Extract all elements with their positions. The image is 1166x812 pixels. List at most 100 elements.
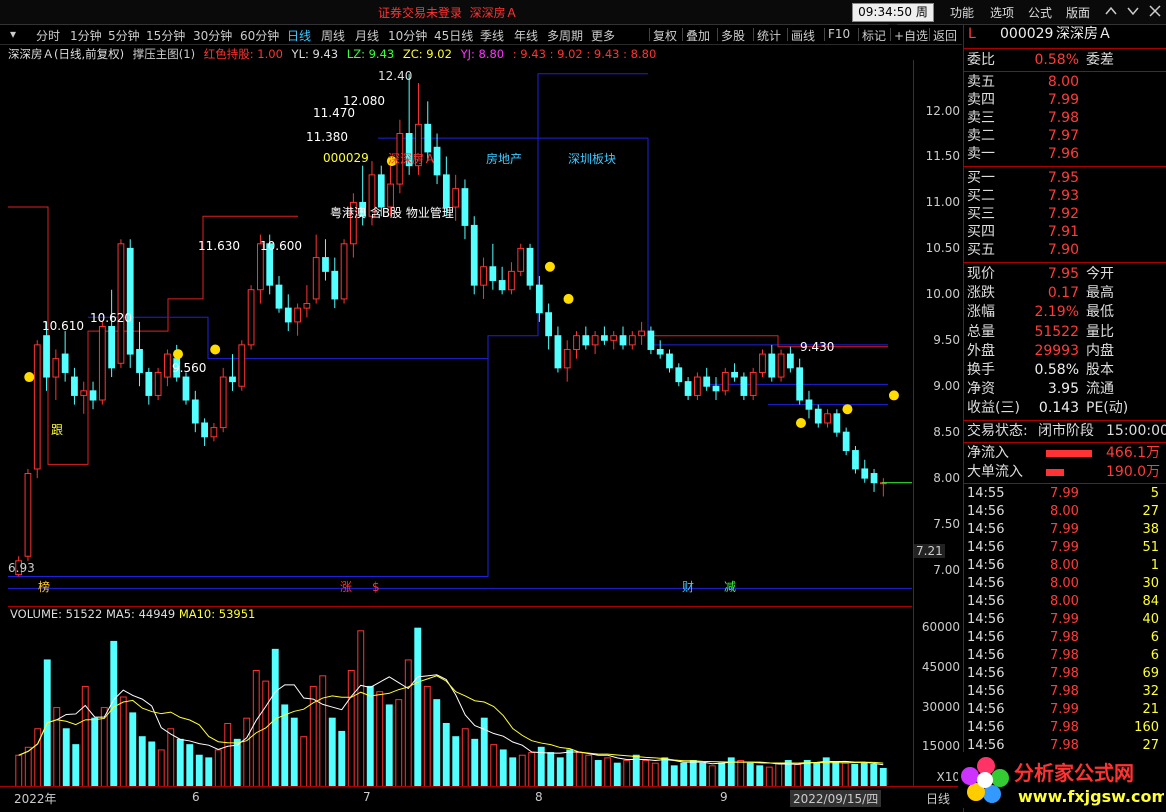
volume-bar[interactable] [585,754,593,788]
candle[interactable] [349,193,357,258]
volume-bar[interactable] [471,738,479,788]
period-14[interactable]: 更多 [591,27,615,44]
candle[interactable] [601,326,608,345]
candle[interactable] [526,243,534,290]
volume-bar[interactable] [81,685,89,788]
candle[interactable] [870,468,878,492]
volume-bar[interactable] [765,766,773,788]
candle[interactable] [247,285,255,350]
volume-bar[interactable] [661,757,669,788]
price-chart[interactable]: 12.40 12.080 11.470 11.380 000029 深深房Ａ 房地产 深圳板块… [8,60,912,593]
candle[interactable] [145,367,153,405]
menu-function[interactable]: 功能 [950,4,974,21]
candle[interactable] [219,367,227,433]
volume-bar[interactable] [262,680,270,788]
candle[interactable] [61,331,69,382]
volume-bar[interactable] [357,630,365,788]
volume-bar[interactable] [746,762,754,788]
candle[interactable] [563,340,571,382]
volume-bar[interactable] [376,691,384,788]
volume-bar[interactable] [15,754,23,788]
candle[interactable] [275,275,283,313]
candle[interactable] [656,340,664,359]
candle[interactable] [80,381,88,414]
candle[interactable] [675,363,683,387]
volume-panel[interactable] [8,606,912,788]
volume-bar[interactable] [290,717,298,788]
toolbar-3[interactable]: 统计 [757,27,781,44]
candle[interactable] [294,303,301,336]
volume-bar[interactable] [233,738,241,788]
candle[interactable] [461,179,469,240]
volume-bar[interactable] [24,746,32,788]
volume-bar[interactable] [224,722,232,788]
volume-bar[interactable] [509,757,517,788]
volume-bar[interactable] [300,736,308,788]
volume-bar[interactable] [737,760,745,788]
candle[interactable] [210,422,218,442]
volume-bar[interactable] [670,765,678,788]
candle[interactable] [312,234,320,304]
volume-bar[interactable] [62,728,70,788]
candle[interactable] [628,331,636,350]
candle[interactable] [684,377,692,401]
candle[interactable] [33,340,41,479]
volume-bar[interactable] [214,749,222,788]
volume-bar[interactable] [556,757,564,788]
candle[interactable] [749,367,757,401]
candle[interactable] [647,326,655,355]
volume-bar[interactable] [651,762,659,788]
candle[interactable] [591,331,599,355]
volume-bar[interactable] [642,760,650,788]
volume-bar[interactable] [623,760,631,788]
candle[interactable] [879,478,887,497]
candle[interactable] [573,331,580,359]
candle[interactable] [303,285,311,318]
volume-bar[interactable] [518,754,526,788]
volume-bar[interactable] [708,765,716,788]
volume-bar[interactable] [813,762,821,788]
toolbar-0[interactable]: 复权 [653,27,677,44]
volume-bar[interactable] [442,722,450,788]
period-2[interactable]: 5分钟 [108,27,140,44]
candle[interactable] [694,372,701,401]
toolbar-7[interactable]: +自选 [894,27,928,44]
volume-bar[interactable] [575,752,583,788]
volume-bar[interactable] [841,762,849,788]
period-10[interactable]: 45日线 [434,27,473,44]
candle[interactable] [154,367,162,401]
volume-bar[interactable] [138,736,146,788]
volume-bar[interactable] [499,749,507,788]
candle[interactable] [331,257,339,309]
candle[interactable] [52,349,60,401]
volume-bar[interactable] [34,728,42,788]
volume-bar[interactable] [157,749,165,788]
volume-bar[interactable] [186,744,194,788]
candle[interactable] [238,340,246,391]
candle[interactable] [24,468,32,561]
volume-bar[interactable] [252,670,260,788]
candle[interactable] [582,326,590,350]
volume-bar[interactable] [72,744,80,788]
volume-bar[interactable] [860,762,868,788]
candle[interactable] [480,257,487,299]
volume-bar[interactable] [594,760,602,788]
volume-bar[interactable] [490,744,498,788]
period-12[interactable]: 年线 [514,27,538,44]
volume-bar[interactable] [91,717,99,788]
volume-bar[interactable] [176,738,184,788]
volume-bar[interactable] [338,730,346,788]
candle[interactable] [777,349,785,382]
candle[interactable] [191,390,199,433]
candle[interactable] [117,239,125,368]
volume-bar[interactable] [119,696,127,788]
candle[interactable] [554,326,562,373]
candle[interactable] [71,367,78,405]
volume-bar[interactable] [528,752,536,788]
volume-bar[interactable] [404,659,412,788]
event-marker[interactable]: $ [372,580,380,593]
candle[interactable] [824,409,831,428]
volume-bar[interactable] [537,746,545,788]
toolbar-8[interactable]: 返回 [933,27,957,44]
volume-bar[interactable] [328,717,336,788]
